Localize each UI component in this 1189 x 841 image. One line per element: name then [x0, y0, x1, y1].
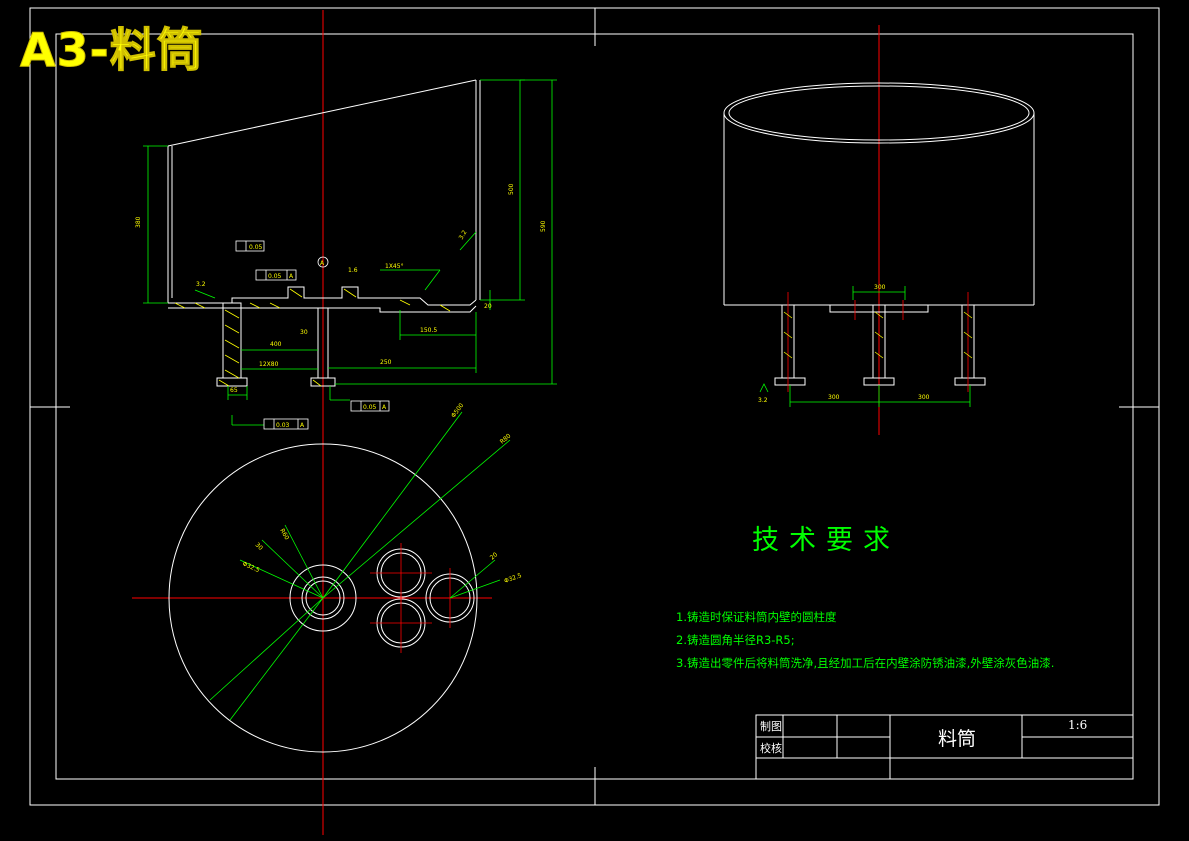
dim-chamfer: 1X45° — [385, 263, 404, 270]
front-dimension-texts: 380 500 590 150.5 250 400 12X80 65 30 20… — [135, 183, 547, 394]
sheet-title: A3-料筒 — [20, 23, 204, 78]
dim-circle-d: Φ500 — [450, 402, 465, 419]
datum-a-3: A — [300, 422, 305, 429]
dim-small-4: 30 — [254, 541, 264, 551]
dim-hole-top: Φ32.5 — [241, 560, 261, 574]
dim-spacing-1: 300 — [828, 394, 840, 401]
title-block-part-name: 料筒 — [938, 728, 977, 750]
gdt-frames — [235, 240, 390, 430]
dim-small-2: 20 — [484, 303, 492, 310]
datum-symbol: A — [320, 260, 325, 267]
dim-hole: Φ32.5 — [503, 572, 523, 585]
dim-right-total: 590 — [540, 220, 547, 232]
side-view-centerlines — [787, 292, 969, 392]
dim-small-3: 65 — [230, 387, 238, 394]
dim-small-1: 30 — [300, 329, 308, 336]
flatness-2: 0.05 — [268, 273, 282, 280]
datum-a: A — [289, 273, 294, 280]
dim-small-5: 20 — [489, 551, 499, 561]
tech-req-heading: 技术要求 — [752, 525, 900, 556]
tech-req-item-2: 2.铸造圆角半径R3-R5; — [676, 633, 795, 647]
roughness-2: 1.6 — [348, 267, 358, 274]
dim-right-height: 500 — [508, 183, 515, 195]
dim-inner: 150.5 — [420, 327, 437, 334]
drawing-sheet: 380 500 590 150.5 250 400 12X80 65 30 20… — [29, 7, 1160, 835]
title-block-scale: 1:6 — [1068, 718, 1088, 732]
parallel-2: 0.03 — [276, 422, 290, 429]
front-dimensions — [143, 79, 557, 426]
title-block-checked-label: 校核 — [760, 742, 782, 755]
outer-frame — [29, 7, 1160, 806]
section-hatching — [174, 288, 451, 387]
dim-leg: 12X80 — [259, 361, 279, 368]
tech-req-item-1: 1.铸造时保证料筒内壁的圆柱度 — [676, 610, 837, 624]
dim-left-height: 380 — [135, 216, 142, 228]
roughness-side: 3.2 — [758, 397, 768, 404]
side-view-hatching — [783, 311, 973, 359]
dim-center: 300 — [874, 284, 886, 291]
front-section-view — [167, 79, 481, 387]
side-view-dimensions — [759, 286, 971, 407]
dim-radius-2: R60 — [278, 528, 290, 542]
side-view-dimension-texts: 300 300 300 3.2 — [758, 284, 930, 404]
dim-spacing-2: 300 — [918, 394, 930, 401]
centering-marks — [30, 8, 1159, 805]
dim-bottom-left: 250 — [380, 359, 392, 366]
parallel-1: 0.05 — [363, 404, 377, 411]
title-block-drawn-label: 制图 — [760, 720, 782, 733]
datum-a-2: A — [382, 404, 387, 411]
roughness-3: 3.2 — [458, 229, 469, 241]
tech-req-item-3: 3.铸造出零件后将料筒洗净,且经加工后在内壁涂防锈油漆,外壁涂灰色油漆. — [676, 656, 1055, 670]
dim-bottom-mid: 400 — [270, 341, 282, 348]
roughness-1: 3.2 — [196, 281, 206, 288]
flatness-1: 0.05 — [249, 244, 263, 251]
tech-req-list: 1.铸造时保证料筒内壁的圆柱度 2.铸造圆角半径R3-R5; 3.铸造出零件后将… — [676, 606, 1054, 675]
